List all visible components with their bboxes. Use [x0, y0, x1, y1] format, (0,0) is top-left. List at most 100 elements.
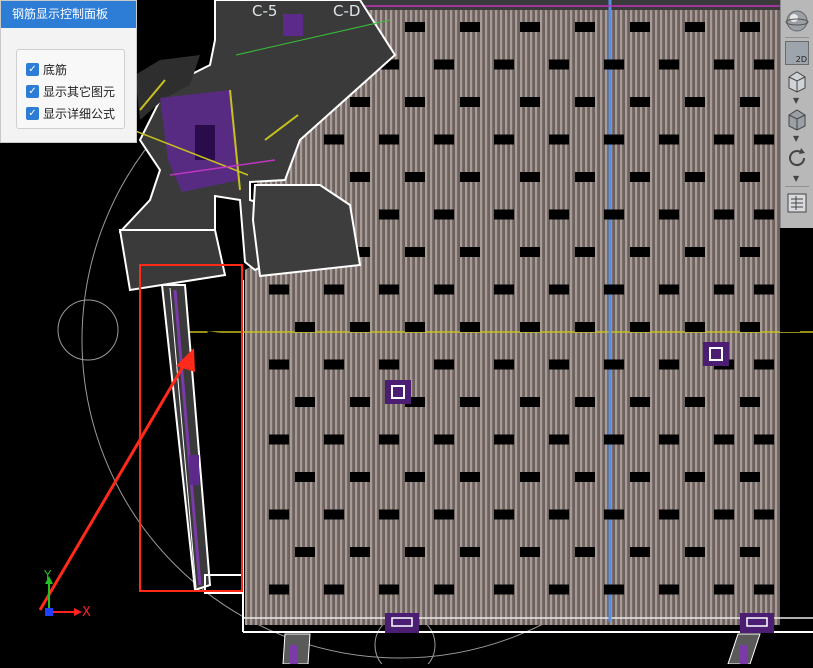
rebar-opening-mark	[295, 397, 315, 407]
rebar-opening-mark	[685, 247, 705, 257]
option-show-other-elements[interactable]: ✓ 显示其它图元	[26, 82, 115, 100]
rebar-opening-mark	[659, 359, 679, 370]
rebar-opening-mark	[780, 547, 800, 557]
checkbox-icon[interactable]: ✓	[26, 62, 39, 76]
rebar-opening-mark	[575, 247, 595, 257]
column-marker	[385, 380, 411, 404]
rebar-opening-mark	[295, 472, 315, 482]
rebar-opening-mark	[630, 322, 650, 332]
rotate-icon[interactable]	[784, 145, 810, 171]
checkbox-icon[interactable]: ✓	[26, 84, 39, 98]
rebar-opening-mark	[780, 397, 800, 407]
rebar-opening-mark	[714, 584, 734, 595]
option-label: 显示其它图元	[43, 84, 116, 99]
rebar-opening-mark	[405, 22, 425, 32]
rebar-opening-mark	[520, 22, 540, 32]
rebar-opening-mark	[460, 322, 480, 332]
option-bottom-rebar[interactable]: ✓ 底筋	[26, 60, 67, 78]
rebar-opening-mark	[549, 284, 569, 295]
rebar-opening-mark	[460, 22, 480, 32]
annotation-arrow	[38, 357, 190, 611]
rebar-opening-mark	[494, 284, 514, 295]
rebar-opening-mark	[494, 134, 514, 145]
rebar-opening-mark	[630, 547, 650, 557]
rebar-opening-mark	[659, 59, 679, 70]
column-marker	[703, 342, 729, 366]
rebar-opening-mark	[714, 434, 734, 445]
rebar-opening-mark	[714, 209, 734, 220]
small-guide-circle	[57, 299, 119, 361]
rebar-opening-mark	[714, 284, 734, 295]
rebar-opening-mark	[740, 547, 760, 557]
view-2d-icon[interactable]: 2D	[784, 40, 810, 66]
rebar-opening-mark	[685, 547, 705, 557]
rebar-opening-mark	[520, 172, 540, 182]
rebar-opening-mark	[659, 209, 679, 220]
rebar-opening-mark	[754, 209, 774, 220]
view-3d-cube-icon[interactable]	[784, 106, 810, 132]
rebar-opening-mark	[714, 509, 734, 520]
rebar-opening-mark	[295, 547, 315, 557]
orbit-sphere-icon[interactable]	[784, 8, 810, 34]
rebar-opening-mark	[350, 97, 370, 107]
dropdown-arrow-icon[interactable]: ▼	[793, 96, 799, 105]
rebar-opening-mark	[434, 59, 454, 70]
rebar-opening-mark	[460, 472, 480, 482]
rebar-opening-mark	[494, 59, 514, 70]
rebar-opening-mark	[549, 209, 569, 220]
rebar-opening-mark	[434, 359, 454, 370]
layer-panel-icon[interactable]	[784, 190, 810, 216]
rebar-opening-mark	[549, 584, 569, 595]
option-show-detailed-formula[interactable]: ✓ 显示详细公式	[26, 104, 115, 122]
rebar-opening-mark	[740, 247, 760, 257]
rebar-opening-mark	[630, 22, 650, 32]
rebar-opening-mark	[604, 284, 624, 295]
rebar-opening-mark	[379, 434, 399, 445]
rebar-opening-mark	[604, 59, 624, 70]
rebar-opening-mark	[740, 97, 760, 107]
rebar-opening-mark	[405, 547, 425, 557]
rebar-opening-mark	[685, 22, 705, 32]
rebar-opening-mark	[549, 359, 569, 370]
rebar-opening-mark	[659, 284, 679, 295]
rebar-opening-mark	[460, 247, 480, 257]
view-2d-label: 2D	[795, 55, 807, 64]
rebar-opening-mark	[659, 434, 679, 445]
rebar-opening-mark	[780, 322, 800, 332]
rebar-opening-mark	[604, 359, 624, 370]
rebar-opening-mark	[379, 584, 399, 595]
rebar-opening-mark	[324, 434, 344, 445]
rebar-opening-mark	[460, 97, 480, 107]
rebar-opening-mark	[520, 97, 540, 107]
rebar-opening-mark	[754, 134, 774, 145]
rebar-opening-mark	[630, 172, 650, 182]
rebar-opening-mark	[659, 509, 679, 520]
rebar-opening-mark	[350, 472, 370, 482]
view-3d-box-icon[interactable]	[784, 68, 810, 94]
rebar-opening-mark	[434, 509, 454, 520]
rebar-opening-mark	[269, 584, 289, 595]
dropdown-arrow-icon[interactable]: ▼	[793, 134, 799, 143]
rebar-opening-mark	[494, 584, 514, 595]
rebar-opening-mark	[324, 509, 344, 520]
rebar-opening-mark	[740, 472, 760, 482]
checkbox-icon[interactable]: ✓	[26, 106, 39, 120]
rebar-opening-mark	[714, 134, 734, 145]
rebar-opening-mark	[754, 509, 774, 520]
rebar-opening-mark	[269, 359, 289, 370]
rebar-opening-mark	[269, 434, 289, 445]
rebar-opening-mark	[520, 247, 540, 257]
rebar-opening-mark	[295, 322, 315, 332]
dropdown-arrow-icon[interactable]: ▼	[793, 174, 799, 183]
rebar-opening-mark	[520, 547, 540, 557]
panel-options-group: ✓ 底筋 ✓ 显示其它图元 ✓ 显示详细公式	[16, 49, 125, 129]
rebar-opening-mark	[549, 59, 569, 70]
option-label: 底筋	[43, 62, 68, 77]
rebar-opening-mark	[350, 322, 370, 332]
rebar-opening-mark	[324, 359, 344, 370]
rebar-opening-mark	[520, 322, 540, 332]
rebar-opening-mark	[714, 59, 734, 70]
axis-label-cd: C-D	[333, 2, 361, 20]
rebar-opening-mark	[324, 284, 344, 295]
rebar-opening-mark	[324, 134, 344, 145]
